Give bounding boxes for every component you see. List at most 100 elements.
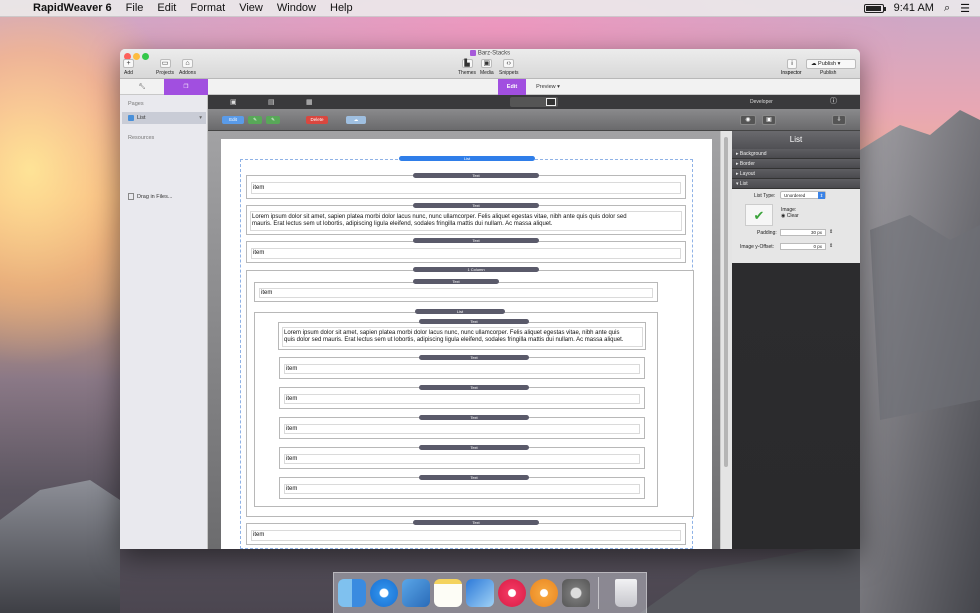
export-icon[interactable]: ⇩ (832, 115, 846, 125)
stacks-library-icon[interactable]: ▣ (230, 98, 237, 106)
list-stack-label[interactable]: List (399, 156, 535, 161)
list-item-text[interactable]: item (253, 249, 264, 257)
list-type-select[interactable]: Unordered ⇕ (780, 191, 826, 199)
themes-button[interactable]: ▙ Themes (458, 59, 476, 76)
nested-list-label[interactable]: List (415, 309, 505, 314)
text-field[interactable] (284, 484, 640, 494)
text-stack[interactable]: Lorem ipsum dolor sit amet, sapien plate… (246, 205, 686, 235)
lorem-line-2[interactable]: mauris. Erat lectus sem ut lobortis, adi… (252, 220, 552, 228)
disclosure-icon[interactable]: ▾ (199, 112, 202, 124)
list-item-text[interactable]: item (286, 455, 297, 463)
menu-format[interactable]: Format (183, 2, 232, 14)
system-preferences-icon[interactable] (562, 579, 590, 607)
text-field[interactable] (251, 530, 681, 541)
checkmark-image-well[interactable]: ✔ (745, 204, 773, 226)
developer-label[interactable]: Developer (750, 95, 773, 109)
text-field[interactable] (284, 394, 640, 404)
menu-edit[interactable]: Edit (150, 2, 183, 14)
menu-view[interactable]: View (232, 2, 270, 14)
sidebar-item-list[interactable]: List ▾ (122, 112, 206, 124)
mail-icon[interactable] (402, 579, 430, 607)
padding-stepper-icon[interactable]: ⇕ (829, 229, 833, 235)
text-stack-label[interactable]: Text (419, 475, 529, 480)
text-stack[interactable]: item (279, 447, 645, 469)
section-background[interactable]: ▸ Background (732, 149, 860, 159)
padding-field[interactable]: 30 px (780, 229, 826, 236)
text-stack[interactable]: item (279, 387, 645, 409)
text-stack-label[interactable]: Text (413, 520, 539, 525)
text-field[interactable] (284, 424, 640, 434)
safari-icon[interactable] (370, 579, 398, 607)
menu-file[interactable]: File (119, 2, 151, 14)
clock[interactable]: 9:41 AM (894, 2, 934, 14)
tab-pages[interactable]: ❐ (164, 79, 208, 95)
list-item-text[interactable]: item (286, 425, 297, 433)
finder-icon[interactable] (338, 579, 366, 607)
delete-stack-button[interactable]: Delete (306, 116, 328, 124)
text-field[interactable] (284, 364, 640, 374)
text-stack-label[interactable]: Text (419, 385, 529, 390)
text-stack-label[interactable]: Text (413, 203, 539, 208)
notes-icon[interactable] (434, 579, 462, 607)
list-item-text[interactable]: item (253, 184, 264, 192)
visibility-eye-icon[interactable]: ◉ (740, 115, 756, 125)
one-column-label[interactable]: 1 Column (413, 267, 539, 272)
menu-help[interactable]: Help (323, 2, 360, 14)
list-item-text[interactable]: item (253, 531, 264, 539)
text-stack[interactable]: item (246, 175, 686, 199)
text-stack[interactable]: item (246, 523, 686, 545)
templates-icon[interactable]: ▦ (306, 98, 313, 106)
list-item-text[interactable]: item (286, 365, 297, 373)
offset-field[interactable]: 0 px (780, 243, 826, 250)
list-item-text[interactable]: item (286, 485, 297, 493)
desktop-view-icon[interactable] (546, 98, 556, 106)
text-stack-label[interactable]: Text (419, 355, 529, 360)
text-stack-label[interactable]: Text (419, 445, 529, 450)
spotlight-search-icon[interactable]: ⌕ (944, 2, 950, 15)
add-button[interactable]: + Add (123, 59, 134, 76)
text-stack[interactable]: item (246, 241, 686, 263)
text-stack-label[interactable]: Text (413, 279, 499, 284)
snippets-button[interactable]: ‹› Snippets (499, 59, 518, 76)
text-stack-label[interactable]: Text (419, 319, 529, 324)
text-stack-label[interactable]: Text (413, 173, 539, 178)
lorem-inner-line-2[interactable]: quis dolor sed mauris. Erat lectus sem u… (284, 336, 624, 344)
battery-icon[interactable] (863, 3, 886, 13)
text-stack[interactable]: Lorem ipsum dolor sit amet, sapien plate… (278, 322, 646, 350)
editor-scrollbar[interactable] (720, 131, 732, 549)
clear-option[interactable]: ◉ Clear (781, 213, 799, 219)
trash-icon[interactable] (615, 579, 637, 607)
text-field[interactable] (251, 182, 681, 194)
info-icon[interactable]: i (787, 59, 797, 69)
text-stack[interactable]: item (279, 417, 645, 439)
text-field[interactable] (284, 454, 640, 464)
xcode-icon[interactable] (466, 579, 494, 607)
text-field[interactable] (251, 248, 681, 259)
section-border[interactable]: ▸ Border (732, 159, 860, 169)
text-stack[interactable]: item (279, 477, 645, 499)
projects-button[interactable]: ▭ Projects (156, 59, 174, 76)
text-stack[interactable]: item (254, 282, 658, 302)
partials-icon[interactable]: ▤ (268, 98, 275, 106)
text-stack-label[interactable]: Text (419, 415, 529, 420)
lock-icon[interactable]: ▣ (762, 115, 776, 125)
edit-stack-button[interactable]: Edit (222, 116, 244, 124)
text-field[interactable] (259, 288, 653, 298)
publish-button[interactable]: ☁ Publish ▾ (806, 59, 856, 69)
list-item-text[interactable]: item (261, 289, 272, 297)
offset-stepper-icon[interactable]: ⇕ (829, 243, 833, 249)
media-button[interactable]: ▣ Media (480, 59, 494, 76)
menu-window[interactable]: Window (270, 2, 323, 14)
ibooks-icon[interactable] (530, 579, 558, 607)
tab-settings[interactable]: 🔧︎ (120, 79, 164, 95)
move-stack-icon[interactable]: ✎ (248, 116, 262, 124)
edit-mode-tab[interactable]: Edit (498, 79, 526, 95)
text-stack-label[interactable]: Text (413, 238, 539, 243)
list-item-text[interactable]: item (286, 395, 297, 403)
preview-mode-tab[interactable]: Preview ▾ (528, 79, 568, 95)
itunes-icon[interactable] (498, 579, 526, 607)
section-list[interactable]: ▾ List (732, 179, 860, 189)
app-menu[interactable]: RapidWeaver 6 (26, 2, 119, 14)
info-icon[interactable]: ⓘ (830, 95, 837, 109)
cloud-icon[interactable]: ☁ (346, 116, 366, 124)
